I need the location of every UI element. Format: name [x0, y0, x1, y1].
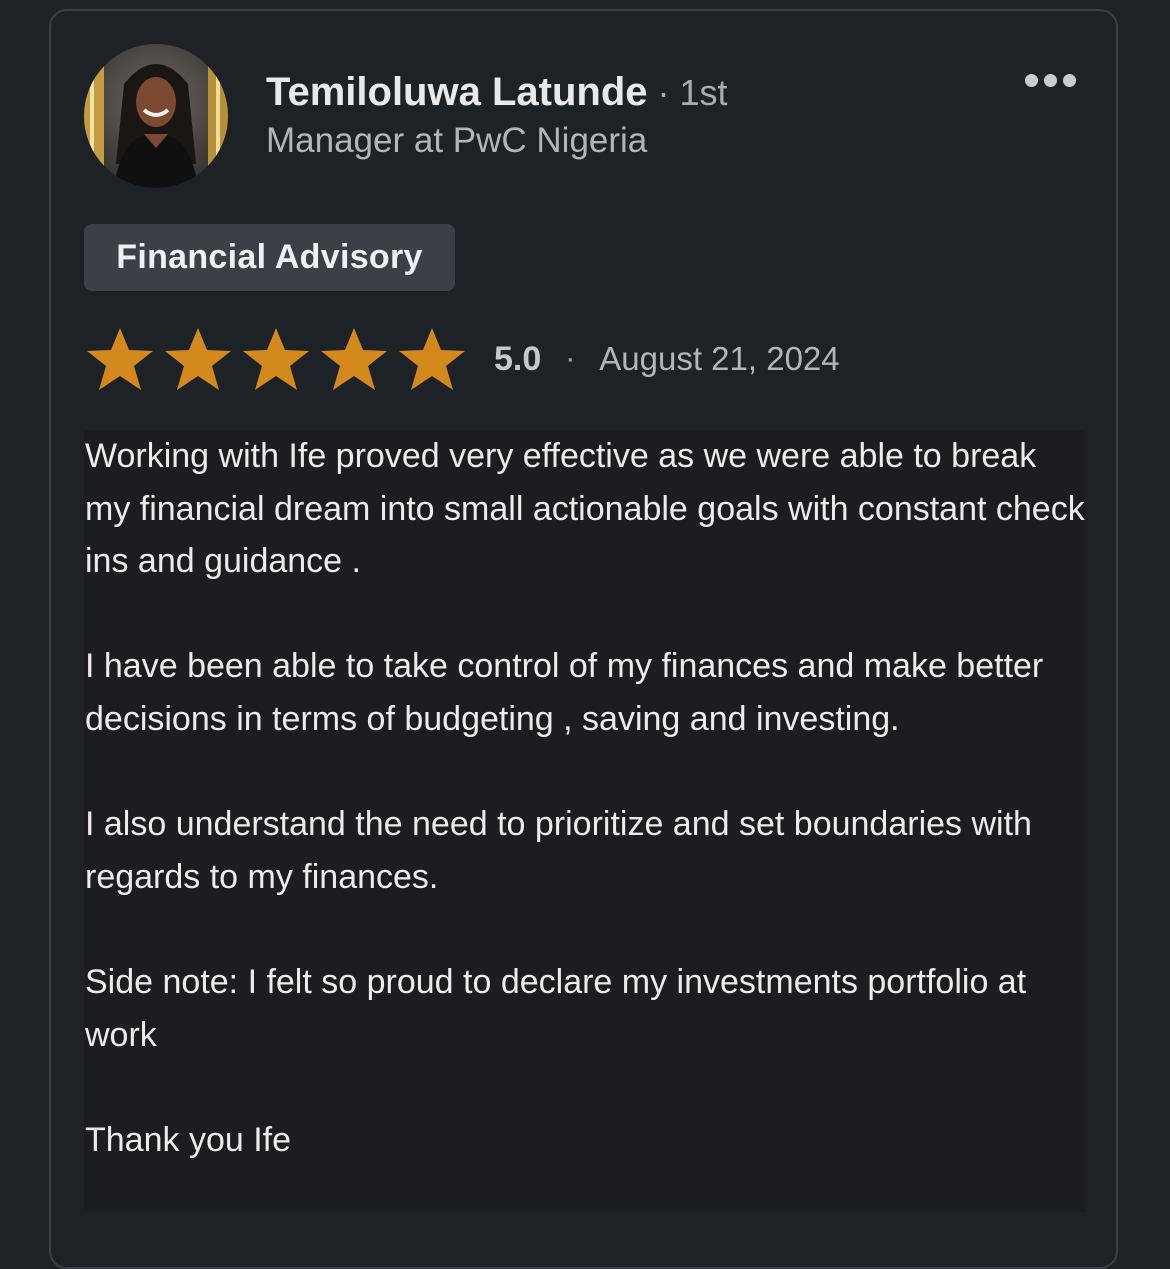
- separator-dot: ·: [565, 342, 576, 375]
- star-icon: [396, 326, 468, 392]
- review-paragraph: Working with Ife proved very effective a…: [85, 437, 1085, 581]
- rating-row: 5.0 · August 21, 2024: [84, 324, 840, 394]
- review-text: Working with Ife proved very effective a…: [84, 430, 1085, 1212]
- more-horizontal-icon-dot: [1043, 73, 1057, 87]
- author-name[interactable]: Temiloluwa Latunde: [266, 70, 648, 115]
- service-tag: Financial Advisory: [84, 224, 455, 291]
- author-headline: Manager at PwC Nigeria: [266, 121, 648, 160]
- review-paragraph: Side note: I felt so proud to declare my…: [85, 962, 1027, 1054]
- more-horizontal-icon: [1024, 73, 1038, 87]
- star-rating: [84, 326, 468, 392]
- review-paragraph: I also understand the need to prioritize…: [85, 805, 1032, 896]
- review-date: August 21, 2024: [599, 340, 840, 377]
- review-paragraph: I have been able to take control of my f…: [85, 647, 1044, 738]
- star-icon: [318, 326, 390, 392]
- star-icon: [84, 326, 156, 392]
- rating-value: 5.0: [494, 339, 542, 378]
- author-line: Temiloluwa Latunde · 1st: [266, 70, 728, 115]
- avatar[interactable]: [84, 44, 228, 188]
- avatar-photo: [84, 44, 228, 188]
- star-icon: [162, 326, 234, 392]
- connection-degree: · 1st: [657, 72, 728, 113]
- more-options-button[interactable]: [1016, 66, 1084, 94]
- star-icon: [240, 326, 312, 392]
- more-horizontal-icon-dot: [1062, 73, 1076, 87]
- review-paragraph: Thank you Ife: [85, 1120, 292, 1159]
